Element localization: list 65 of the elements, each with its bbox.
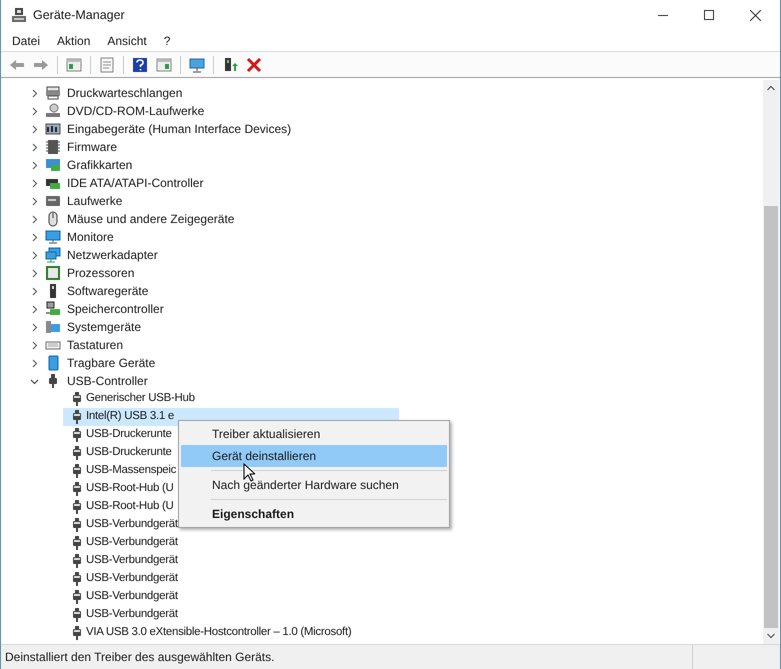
tree-item[interactable]: Tastaturen — [67, 336, 124, 354]
tree-item[interactable]: Grafikkarten — [67, 156, 132, 174]
status-text: Deinstalliert den Treiber des ausgewählten Geräts. — [4, 649, 274, 666]
scrollbar-thumb[interactable] — [764, 206, 778, 628]
tree-item[interactable]: USB-Verbundgerät — [86, 570, 178, 588]
device-category-icon — [45, 193, 61, 209]
menu-item[interactable]: ? — [158, 32, 176, 50]
tree-item[interactable]: Eingabegeräte (Human Interface Devices) — [67, 120, 292, 138]
uninstall-icon — [246, 56, 262, 72]
app-icon — [11, 7, 27, 23]
tree-item[interactable]: Druckwarteschlangen — [67, 84, 182, 102]
menu-item[interactable]: Datei — [7, 32, 46, 50]
context-menu-item[interactable]: Gerät deinstallieren — [181, 445, 447, 467]
device-category-icon — [45, 139, 61, 155]
device-category-icon — [45, 85, 61, 101]
tree-item[interactable]: Prozessoren — [67, 264, 134, 282]
tree-item[interactable]: USB-Root-Hub (U — [86, 480, 174, 498]
context-menu-item[interactable]: Eigenschaften — [181, 503, 447, 525]
tree-item[interactable]: Mäuse und andere Zeigegeräte — [67, 210, 234, 228]
device-category-icon — [45, 103, 61, 119]
tree-item[interactable]: Laufwerke — [67, 192, 122, 210]
tree-item[interactable]: IDE ATA/ATAPI-Controller — [67, 174, 204, 192]
mouse-pointer-icon — [243, 463, 255, 482]
tree-item[interactable]: USB-Druckerunte — [86, 444, 172, 462]
tree-item[interactable]: Softwaregeräte — [67, 282, 148, 300]
tree-item[interactable]: Tragbare Geräte — [67, 354, 156, 372]
tree-item[interactable]: USB-Root-Hub (U — [86, 498, 174, 516]
tree-item[interactable]: Speichercontroller — [67, 300, 164, 318]
close-icon — [750, 10, 760, 20]
tree-item[interactable]: VIA USB 3.0 eXtensible-Hostcontroller – 1.0 (Microsoft) — [86, 624, 352, 642]
tree-item[interactable]: USB-Verbundgerät — [86, 588, 178, 606]
device-category-icon — [45, 229, 61, 245]
context-menu-item[interactable]: Treiber aktualisieren — [181, 423, 447, 445]
scrollbar[interactable] — [763, 80, 779, 644]
tree-item[interactable]: Netzwerkadapter — [67, 246, 158, 264]
tree-item[interactable]: Monitore — [67, 228, 114, 246]
device-category-icon — [45, 265, 61, 281]
update-driver-icon — [222, 56, 238, 72]
device-category-icon — [45, 121, 61, 137]
context-menu-item[interactable]: Nach geänderter Hardware suchen — [181, 474, 447, 496]
maximize-icon — [704, 10, 714, 20]
device-category-icon — [45, 301, 61, 317]
tree-item[interactable]: USB-Controller — [67, 372, 148, 390]
help-icon — [132, 56, 148, 72]
tree-item[interactable]: Firmware — [67, 138, 117, 156]
menu-item[interactable]: Ansicht — [102, 32, 152, 50]
tree-item[interactable]: Systemgeräte — [67, 318, 142, 336]
tree-item-label: Intel(R) USB 3.1 e — [86, 409, 174, 424]
monitor-icon — [189, 56, 205, 72]
console-tree-icon — [66, 56, 82, 72]
device-category-icon — [45, 319, 61, 335]
properties-icon — [99, 56, 115, 72]
device-category-icon — [45, 247, 61, 263]
tree-item[interactable]: DVD/CD-ROM-Laufwerke — [67, 102, 204, 120]
tree-item[interactable]: USB-Verbundgerät — [86, 606, 178, 624]
menu-item[interactable]: Aktion — [52, 32, 96, 50]
tree-item[interactable]: Generischer USB-Hub — [86, 390, 195, 408]
device-category-icon — [45, 157, 61, 173]
action-pane-icon — [156, 56, 172, 72]
tree-item[interactable]: USB-Verbundgerät — [86, 516, 178, 534]
tree-item[interactable]: USB-Verbundgerät — [86, 534, 178, 552]
window-title: Geräte-Manager — [33, 6, 125, 24]
tree-item[interactable]: USB-Druckerunte — [86, 426, 172, 444]
tree-item[interactable]: USB-Massenspeic — [86, 462, 176, 480]
tree-item[interactable]: USB-Verbundgerät — [86, 552, 178, 570]
